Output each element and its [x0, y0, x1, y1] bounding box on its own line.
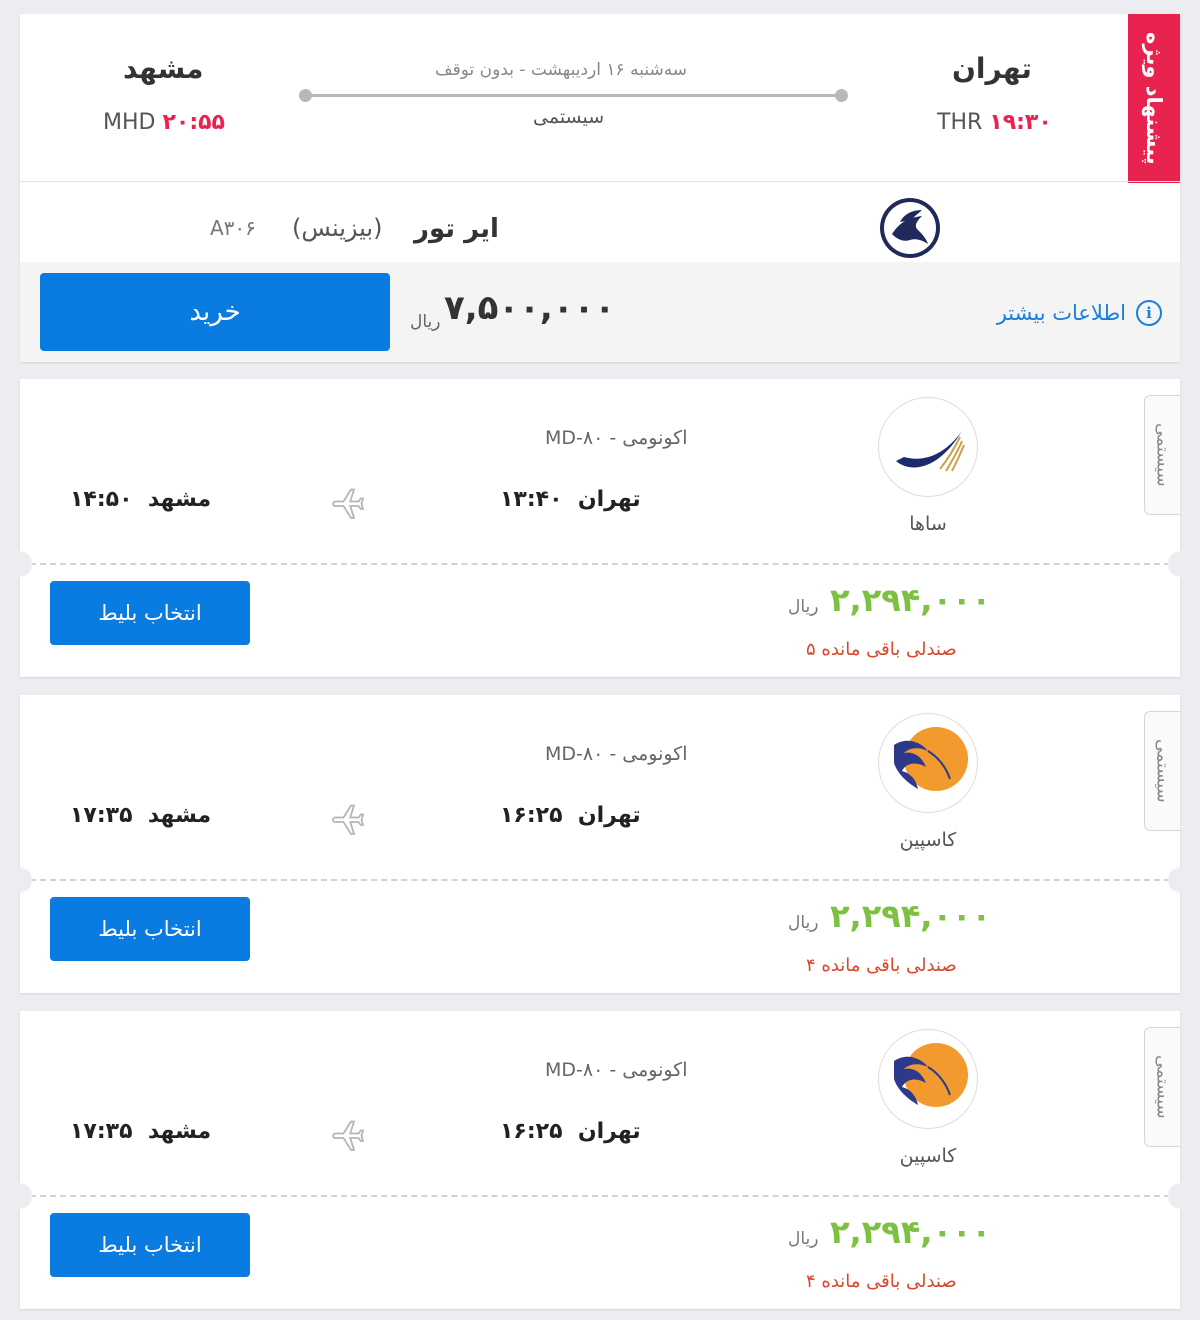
saha-wing-icon: [878, 397, 978, 497]
divider: [20, 181, 1180, 182]
special-offer-badge: پیشنهاد ویژه: [1128, 14, 1180, 183]
seats-remaining: ۴ صندلی باقی مانده: [806, 955, 957, 976]
caspian-bird-icon: [878, 1029, 978, 1129]
ticket-notch: [18, 867, 32, 893]
select-ticket-button[interactable]: انتخاب بلیط: [50, 897, 250, 961]
origin-code: THR: [937, 110, 983, 135]
route-date-stops: سه‌شنبه ۱۶ اردیبهشت - بدون توقف: [435, 60, 688, 80]
seats-remaining: ۴ صندلی باقی مانده: [806, 1271, 957, 1292]
airline-name: کاسپین: [899, 829, 957, 851]
system-tag: سیستمی: [1144, 1027, 1180, 1147]
pegasus-icon: [878, 196, 942, 260]
aircraft-class: MD-۸۰ - اکونومی: [545, 1059, 688, 1081]
ticket-notch: [1168, 867, 1182, 893]
ticket-notch: [18, 551, 32, 577]
ticket-notch: [18, 1183, 32, 1209]
flight-result-card[interactable]: سیستمی کاسپین MD-۸۰ - اکونومی تهران ۱۶:۲…: [18, 1011, 1182, 1309]
ticket-notch: [1168, 551, 1182, 577]
system-tag: سیستمی: [1144, 711, 1180, 831]
departure-city: تهران: [577, 487, 641, 512]
departure-city: تهران: [577, 1119, 641, 1144]
airplane-icon: [332, 488, 365, 519]
ticket-notch: [1168, 1183, 1182, 1209]
currency-label: ریال: [788, 913, 819, 933]
airplane-icon: [332, 1120, 365, 1151]
ticket-price: ۲,۲۹۴,۰۰۰: [830, 1213, 992, 1251]
flight-result-card[interactable]: سیستمی ساها MD-۸۰ - اکونومی تهران ۱۳:۴۰ …: [18, 379, 1182, 677]
seats-remaining: ۵ صندلی باقی مانده: [806, 639, 957, 660]
featured-flight-card[interactable]: پیشنهاد ویژه تهران THR ۱۹:۳۰ مشهد MHD ۲۰…: [20, 14, 1180, 362]
route-line: [299, 89, 848, 102]
arrival: مشهد ۱۴:۵۰: [70, 487, 211, 512]
currency-label: ریال: [788, 1229, 819, 1249]
cabin-class: (بیزینس): [292, 214, 383, 242]
origin-time: ۱۹:۳۰: [989, 110, 1052, 135]
airline-name: ایر تور: [414, 214, 499, 244]
destination-city: مشهد: [123, 52, 204, 85]
airline-name: ساها: [909, 513, 947, 535]
departure: تهران ۱۶:۲۵: [500, 1119, 641, 1144]
ticket-price: ۲,۲۹۴,۰۰۰: [830, 897, 992, 935]
ticket-divider: [20, 879, 1180, 881]
airline-name: کاسپین: [899, 1145, 957, 1167]
ticket-divider: [20, 563, 1180, 565]
departure-time: ۱۶:۲۵: [500, 803, 563, 828]
arrival-time: ۱۴:۵۰: [70, 487, 133, 512]
more-info-link[interactable]: اطلاعات بیشتر i: [997, 300, 1162, 326]
departure-city: تهران: [577, 803, 641, 828]
airplane-icon: [332, 804, 365, 835]
origin-city: تهران: [952, 52, 1032, 85]
departure-time: ۱۳:۴۰: [500, 487, 563, 512]
system-label: سیستمی: [533, 106, 605, 128]
ticket-price: ۲,۲۹۴,۰۰۰: [830, 581, 992, 619]
buy-button[interactable]: خرید: [40, 273, 390, 351]
arrival-city: مشهد: [147, 487, 212, 512]
system-tag: سیستمی: [1144, 395, 1180, 515]
more-info-label: اطلاعات بیشتر: [996, 301, 1126, 325]
destination-code-time: MHD ۲۰:۵۵: [103, 110, 225, 135]
arrival: مشهد ۱۷:۳۵: [70, 1119, 211, 1144]
featured-price: ۷,۵۰۰,۰۰۰: [444, 288, 616, 328]
aircraft-class: MD-۸۰ - اکونومی: [545, 743, 688, 765]
arrival-time: ۱۷:۳۵: [70, 1119, 133, 1144]
departure: تهران ۱۳:۴۰: [500, 487, 641, 512]
aircraft-class: MD-۸۰ - اکونومی: [545, 427, 688, 449]
buy-row: خرید ریال ۷,۵۰۰,۰۰۰ اطلاعات بیشتر i: [20, 262, 1180, 362]
flight-number: A۳۰۶: [210, 216, 256, 240]
currency-label: ریال: [788, 597, 819, 617]
origin-code-time: THR ۱۹:۳۰: [937, 110, 1052, 135]
arrival-time: ۱۷:۳۵: [70, 803, 133, 828]
select-ticket-button[interactable]: انتخاب بلیط: [50, 581, 250, 645]
info-icon: i: [1136, 300, 1162, 326]
select-ticket-button[interactable]: انتخاب بلیط: [50, 1213, 250, 1277]
departure: تهران ۱۶:۲۵: [500, 803, 641, 828]
arrival-city: مشهد: [147, 1119, 212, 1144]
departure-time: ۱۶:۲۵: [500, 1119, 563, 1144]
arrival: مشهد ۱۷:۳۵: [70, 803, 211, 828]
currency-label: ریال: [410, 312, 441, 332]
ticket-divider: [20, 1195, 1180, 1197]
destination-time: ۲۰:۵۵: [162, 110, 225, 135]
caspian-bird-icon: [878, 713, 978, 813]
arrival-city: مشهد: [147, 803, 212, 828]
flight-result-card[interactable]: سیستمی کاسپین MD-۸۰ - اکونومی تهران ۱۶:۲…: [18, 695, 1182, 993]
destination-code: MHD: [103, 110, 156, 135]
